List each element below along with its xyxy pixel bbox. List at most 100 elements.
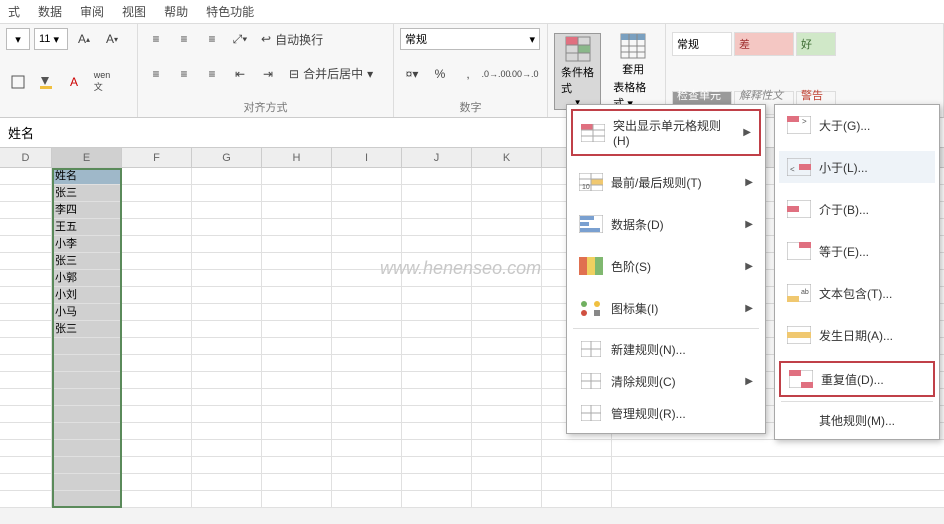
align-middle-button[interactable]: ≡	[172, 28, 196, 50]
cell[interactable]: 李四	[52, 202, 122, 218]
col-head-j[interactable]: J	[402, 148, 472, 167]
cell[interactable]	[122, 372, 192, 388]
cell[interactable]	[402, 355, 472, 371]
cell[interactable]	[0, 270, 52, 286]
cell[interactable]	[0, 355, 52, 371]
cell[interactable]	[262, 219, 332, 235]
less-than-item[interactable]: < 小于(L)...	[779, 151, 935, 183]
icon-sets-item[interactable]: 图标集(I) ▶	[571, 292, 761, 324]
cell[interactable]	[402, 321, 472, 337]
align-left-button[interactable]: ≡	[144, 63, 168, 85]
cell[interactable]	[122, 287, 192, 303]
tab-view[interactable]: 视图	[122, 3, 146, 20]
manage-rules-item[interactable]: 管理规则(R)...	[571, 397, 761, 429]
cell[interactable]	[52, 355, 122, 371]
cell[interactable]	[52, 423, 122, 439]
col-head-k[interactable]: K	[472, 148, 542, 167]
cell[interactable]	[192, 236, 262, 252]
cell[interactable]	[332, 355, 402, 371]
cell[interactable]	[192, 219, 262, 235]
cell[interactable]	[402, 406, 472, 422]
align-bottom-button[interactable]: ≡	[200, 28, 224, 50]
decrease-indent-button[interactable]: ⇤	[228, 63, 252, 85]
cell[interactable]	[542, 440, 612, 456]
col-head-f[interactable]: F	[122, 148, 192, 167]
cell[interactable]	[122, 474, 192, 490]
font-name-select[interactable]: ▾	[6, 28, 30, 50]
cell[interactable]	[122, 491, 192, 507]
cell[interactable]	[402, 372, 472, 388]
cell[interactable]	[122, 236, 192, 252]
cell[interactable]	[192, 321, 262, 337]
cell[interactable]	[402, 491, 472, 507]
style-normal[interactable]: 常规	[672, 32, 732, 56]
cell[interactable]	[332, 168, 402, 184]
cell[interactable]	[402, 389, 472, 405]
cell[interactable]	[332, 423, 402, 439]
cell[interactable]	[472, 457, 542, 473]
cell[interactable]	[472, 440, 542, 456]
tab-review[interactable]: 审阅	[80, 3, 104, 20]
cell[interactable]	[0, 287, 52, 303]
cell[interactable]	[402, 236, 472, 252]
cell[interactable]	[0, 389, 52, 405]
format-as-table-button[interactable]: 套用 表格格式 ▾	[607, 31, 659, 113]
cell[interactable]	[332, 491, 402, 507]
cell[interactable]	[332, 287, 402, 303]
cell[interactable]	[332, 474, 402, 490]
cell[interactable]	[0, 185, 52, 201]
new-rule-item[interactable]: 新建规则(N)...	[571, 333, 761, 365]
orientation-button[interactable]: ⤢▾	[228, 28, 252, 50]
cell[interactable]	[402, 185, 472, 201]
cell[interactable]	[472, 406, 542, 422]
cell[interactable]	[0, 202, 52, 218]
tab-special[interactable]: 特色功能	[206, 3, 254, 20]
cell[interactable]	[472, 321, 542, 337]
percent-button[interactable]: %	[428, 63, 452, 85]
cell[interactable]	[122, 168, 192, 184]
number-format-select[interactable]: 常规▾	[400, 28, 540, 50]
cell[interactable]	[472, 372, 542, 388]
cell[interactable]	[52, 338, 122, 354]
cell[interactable]	[192, 202, 262, 218]
cell[interactable]	[262, 253, 332, 269]
cell[interactable]	[122, 202, 192, 218]
more-rules-item[interactable]: 其他规则(M)...	[779, 406, 935, 435]
cell[interactable]	[402, 219, 472, 235]
cell[interactable]	[542, 491, 612, 507]
cell[interactable]	[192, 304, 262, 320]
cell[interactable]: 小马	[52, 304, 122, 320]
conditional-format-button[interactable]: 条件格式 ▼	[554, 33, 601, 110]
cell[interactable]: 张三	[52, 321, 122, 337]
align-top-button[interactable]: ≡	[144, 28, 168, 50]
cell[interactable]	[192, 406, 262, 422]
cell[interactable]	[262, 304, 332, 320]
cell[interactable]	[402, 457, 472, 473]
cell[interactable]	[0, 372, 52, 388]
cell[interactable]	[122, 185, 192, 201]
cell[interactable]	[332, 389, 402, 405]
cell[interactable]	[122, 253, 192, 269]
col-head-h[interactable]: H	[262, 148, 332, 167]
cell[interactable]	[0, 457, 52, 473]
cell[interactable]	[192, 474, 262, 490]
cell[interactable]	[122, 304, 192, 320]
cell[interactable]	[262, 474, 332, 490]
cell[interactable]	[402, 338, 472, 354]
cell[interactable]	[122, 406, 192, 422]
font-color-button[interactable]: A	[62, 71, 86, 93]
cell[interactable]	[332, 321, 402, 337]
cell[interactable]	[192, 253, 262, 269]
cell[interactable]	[0, 253, 52, 269]
cell[interactable]	[0, 236, 52, 252]
cell[interactable]	[122, 440, 192, 456]
cell[interactable]	[402, 202, 472, 218]
cell[interactable]: 张三	[52, 253, 122, 269]
cell[interactable]	[192, 185, 262, 201]
cell[interactable]: 小李	[52, 236, 122, 252]
cell[interactable]	[332, 406, 402, 422]
cell[interactable]	[402, 423, 472, 439]
phonetic-button[interactable]: wen文	[90, 71, 114, 93]
cell[interactable]	[262, 236, 332, 252]
merge-center-button[interactable]: ⊟合并后居中 ▾	[284, 63, 378, 85]
